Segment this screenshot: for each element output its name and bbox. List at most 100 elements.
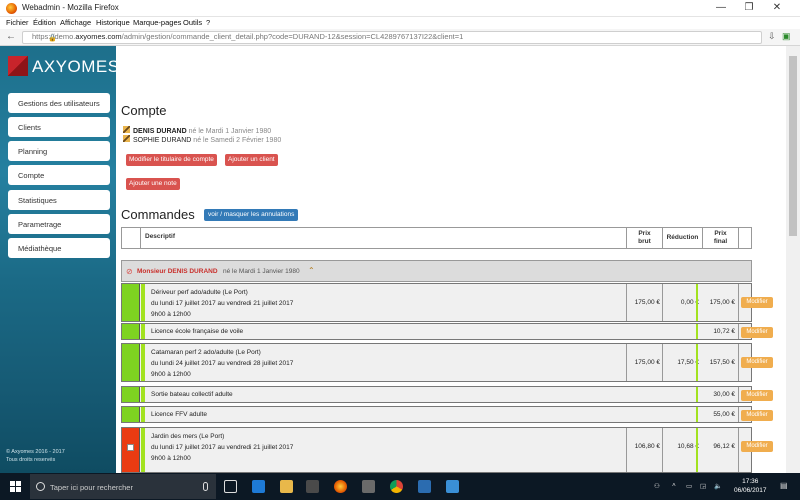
download-icon[interactable]: ⇩ xyxy=(768,31,776,42)
windows-start-icon[interactable] xyxy=(10,481,22,493)
calculator-icon[interactable] xyxy=(362,480,375,493)
reduction: 10,68 € xyxy=(677,443,699,450)
menu-help[interactable]: ? xyxy=(206,18,210,27)
order-row: Licence FFV adulte 55,00 € Modifier xyxy=(121,406,773,423)
account-holder: DENIS DURAND né le Mardi 1 Janvier 1980 xyxy=(123,126,271,135)
people-icon[interactable]: ⚇ xyxy=(654,482,660,490)
prix-final: 55,00 € xyxy=(713,411,735,418)
scrollbar-thumb[interactable] xyxy=(789,56,797,236)
status-indicator xyxy=(122,284,140,321)
col-prix-final: Prix final xyxy=(702,228,738,248)
chrome-icon[interactable] xyxy=(390,480,403,493)
add-note-button[interactable]: Ajouter une note xyxy=(126,178,180,190)
order-row: Sortie bateau collectif adulte 30,00 € M… xyxy=(121,386,773,403)
modify-holder-button[interactable]: Modifier le titulaire de compte xyxy=(126,154,217,166)
prix-final: 157,50 € xyxy=(709,359,735,366)
sidebar: AXYOMES Gestions des utilisateurs Client… xyxy=(0,46,119,473)
scrollbar[interactable] xyxy=(786,46,800,473)
order-row: Dériveur perf ado/adulte (Le Port) du lun… xyxy=(121,283,773,322)
maximize-button[interactable]: ❐ xyxy=(738,0,760,17)
main-content: Compte DENIS DURAND né le Mardi 1 Janvie… xyxy=(116,46,786,473)
prix-brut: 175,00 € xyxy=(634,299,660,306)
prix-final: 96,12 € xyxy=(713,443,735,450)
prix-final: 175,00 € xyxy=(709,299,735,306)
col-descriptif: Descriptif xyxy=(140,228,626,248)
col-reduction: Réduction xyxy=(662,228,702,248)
add-client-button[interactable]: Ajouter un client xyxy=(225,154,278,166)
chevron-up-icon[interactable]: ˄ xyxy=(672,482,676,489)
title-bar: Webadmin - Mozilla Firefox — ❐ ✕ xyxy=(0,0,800,17)
col-prix-brut: Prix brut xyxy=(626,228,662,248)
microphone-icon[interactable] xyxy=(203,482,208,491)
section-title-commandes: Commandes xyxy=(121,207,195,222)
edge-icon[interactable] xyxy=(252,480,265,493)
prix-brut: 175,00 € xyxy=(634,359,660,366)
taskbar: Taper ici pour rechercher ⚇ ˄ ▭ ◲ 🔈 17:3… xyxy=(0,473,800,500)
modify-button[interactable]: Modifier xyxy=(741,410,773,421)
row-checkbox[interactable] xyxy=(127,444,134,451)
menu-marque-pages[interactable]: Marque-pages xyxy=(133,18,181,27)
menu-edition[interactable]: Édition xyxy=(33,18,56,27)
browser-window: Webadmin - Mozilla Firefox — ❐ ✕ Fichier… xyxy=(0,0,800,500)
client-group-header: ⊘ Monsieur DENIS DURAND né le Mardi 1 Ja… xyxy=(121,260,752,282)
order-row: Catamaran perf 2 ado/adulte (Le Port) du … xyxy=(121,343,773,382)
firefox-icon xyxy=(6,3,17,14)
modify-button[interactable]: Modifier xyxy=(741,390,773,401)
volume-icon[interactable]: 🔈 xyxy=(714,482,722,490)
battery-icon[interactable]: ▭ xyxy=(686,482,692,490)
status-indicator xyxy=(122,344,140,381)
sidebar-item-compte[interactable]: Compte xyxy=(8,165,110,185)
clock[interactable]: 17:36 06/06/2017 xyxy=(734,477,767,495)
back-icon[interactable]: ← xyxy=(6,31,16,42)
file-explorer-icon[interactable] xyxy=(280,480,293,493)
logo-mark-icon xyxy=(8,56,28,76)
taskbar-search[interactable]: Taper ici pour rechercher xyxy=(30,474,216,499)
modify-button[interactable]: Modifier xyxy=(741,327,773,338)
network-icon[interactable]: ◲ xyxy=(700,482,706,490)
group-client-name: Monsieur DENIS DURAND xyxy=(137,268,218,275)
menu-fichier[interactable]: Fichier xyxy=(6,18,29,27)
app-icon[interactable] xyxy=(418,480,431,493)
prix-final: 30,00 € xyxy=(713,391,735,398)
page-title-compte: Compte xyxy=(121,103,167,118)
modify-button[interactable]: Modifier xyxy=(741,297,773,308)
close-button[interactable]: ✕ xyxy=(766,0,788,17)
pencil-icon[interactable] xyxy=(123,126,130,133)
store-icon[interactable] xyxy=(306,480,319,493)
reduction: 0,00 € xyxy=(680,299,699,306)
sidebar-item-mediatheque[interactable]: Médiathèque xyxy=(8,238,110,258)
notifications-icon[interactable]: ▤ xyxy=(780,481,788,490)
navigation-bar: ← 🔒 https://demo.axyomes.com/admin/gesti… xyxy=(0,29,800,46)
orders-table-header: Descriptif Prix brut Réduction Prix final xyxy=(121,227,752,249)
sidebar-item-statistiques[interactable]: Statistiques xyxy=(8,190,110,210)
sidebar-item-parametrage[interactable]: Parametrage xyxy=(8,214,110,234)
sidebar-item-planning[interactable]: Planning xyxy=(8,141,110,161)
menu-outils[interactable]: Outils xyxy=(183,18,202,27)
reduction: 17,50 € xyxy=(677,359,699,366)
sidebar-footer: © Axyomes 2016 - 2017 Tous droits reserv… xyxy=(6,449,65,463)
menu-affichage[interactable]: Affichage xyxy=(60,18,91,27)
cortana-icon xyxy=(36,482,45,491)
task-view-icon[interactable] xyxy=(224,480,237,493)
firefox-taskbar-icon[interactable] xyxy=(334,480,347,493)
toggle-cancellations-button[interactable]: voir / masquer les annulations xyxy=(204,209,299,221)
status-indicator xyxy=(122,324,140,339)
logo-text: AXYOMES xyxy=(32,57,120,76)
minimize-button[interactable]: — xyxy=(710,0,732,17)
app-icon[interactable] xyxy=(446,480,459,493)
menu-historique[interactable]: Historique xyxy=(96,18,130,27)
modify-button[interactable]: Modifier xyxy=(741,441,773,452)
sidebar-item-clients[interactable]: Clients xyxy=(8,117,110,137)
extension-icon[interactable]: ▣ xyxy=(782,31,791,42)
account-holder: SOPHIE DURAND né le Samedi 2 Février 198… xyxy=(123,135,281,144)
menu-bar: Fichier Édition Affichage Historique Mar… xyxy=(0,17,800,29)
chevron-up-icon[interactable]: ⌃ xyxy=(308,266,315,275)
cancel-icon[interactable]: ⊘ xyxy=(126,267,133,276)
modify-button[interactable]: Modifier xyxy=(741,357,773,368)
order-row: Licence école française de voile 10,72 €… xyxy=(121,323,773,340)
sidebar-item-utilisateurs[interactable]: Gestions des utilisateurs xyxy=(8,93,110,113)
order-row: Jardin des mers (Le Port) du lundi 17 jui… xyxy=(121,427,773,473)
status-indicator xyxy=(122,387,140,402)
url-text[interactable]: https://demo.axyomes.com/admin/gestion/c… xyxy=(32,32,463,41)
pencil-icon[interactable] xyxy=(123,135,130,142)
